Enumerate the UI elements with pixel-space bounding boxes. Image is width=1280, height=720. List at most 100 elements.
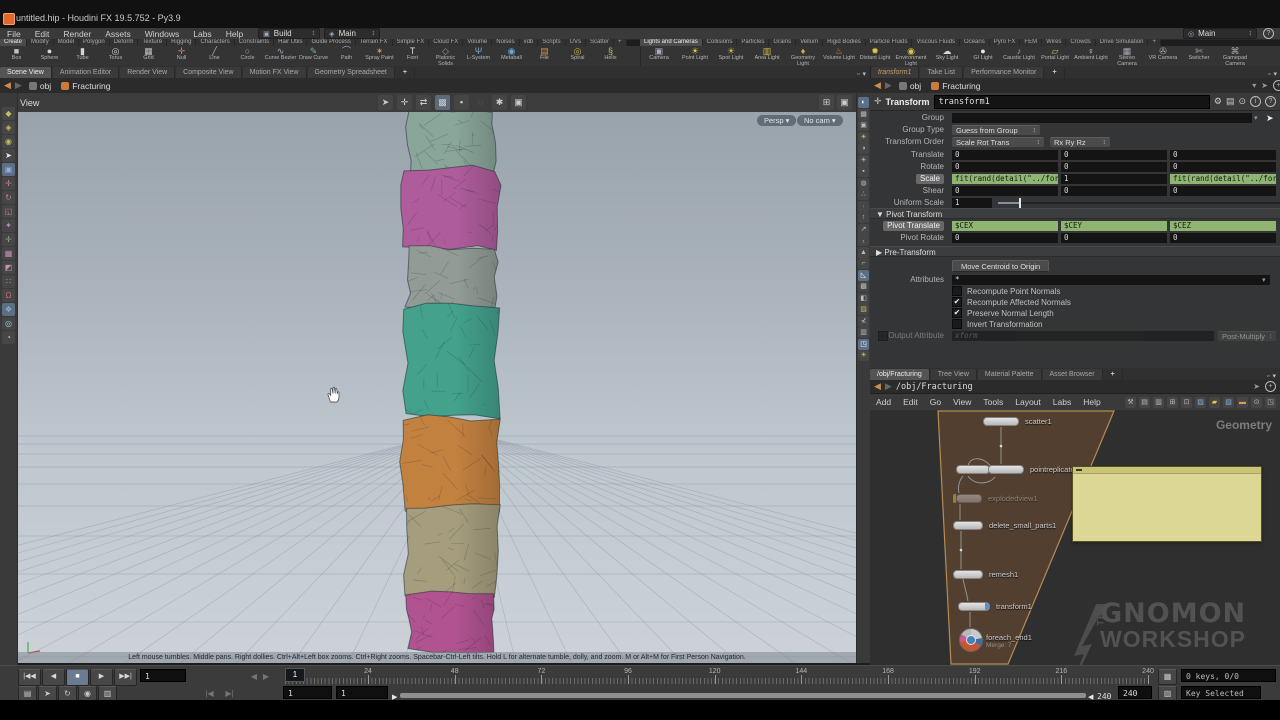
camera-view-icon[interactable]: ▥: [858, 327, 869, 338]
select-dynamics-icon[interactable]: ⇄: [416, 95, 431, 110]
tool-l-system[interactable]: ΨL-System: [462, 46, 495, 66]
global-range-end-field[interactable]: 240: [1118, 686, 1152, 699]
translate-field-z[interactable]: 0: [1170, 150, 1276, 160]
group-type-dropdown[interactable]: Guess from Group↕: [952, 125, 1040, 135]
find-icon[interactable]: ⊙: [1251, 397, 1262, 408]
current-frame-field[interactable]: 1: [140, 669, 186, 682]
forward-icon[interactable]: ▶: [15, 80, 22, 91]
animation-editor-icon[interactable]: ▦: [1158, 669, 1177, 685]
tab-asset-browser[interactable]: Asset Browser: [1043, 369, 1103, 380]
show-dynamics-icon[interactable]: ◉: [2, 135, 15, 148]
invert-transformation-checkbox[interactable]: [952, 319, 962, 329]
recompute-point-normals-checkbox[interactable]: [952, 286, 962, 296]
tool-spiral[interactable]: ◎Spiral: [561, 46, 594, 66]
tool-grid[interactable]: ▦Grid: [132, 46, 165, 66]
tool-draw-curve[interactable]: ✎Draw Curve: [297, 46, 330, 66]
scene-viewport[interactable]: Persp ▾ No cam ▾ Left mouse tumbles. Mid…: [18, 112, 856, 663]
shelf-tab-constraints[interactable]: Constraints: [235, 39, 274, 46]
breadcrumb-network[interactable]: Fracturing: [58, 81, 113, 91]
shelf-tab-texture[interactable]: Texture: [138, 39, 167, 46]
desktop-main-dropdown[interactable]: ◈ Main ↕: [324, 28, 380, 39]
tab-new[interactable]: +: [1045, 67, 1064, 78]
tool-gi-light[interactable]: ●GI Light: [965, 46, 1001, 66]
dropdown-icon[interactable]: ▾: [1252, 81, 1256, 90]
preserve-normal-length-checkbox[interactable]: ✔: [952, 308, 962, 318]
desktop-build-dropdown[interactable]: ▣ Build ↕: [258, 28, 320, 39]
global-range-start-field[interactable]: 1: [283, 686, 332, 699]
pivot-rotate-field-x[interactable]: 0: [952, 233, 1058, 243]
shear-field-x[interactable]: 0: [952, 186, 1058, 196]
pane-menu-icon[interactable]: ▫: [1268, 71, 1270, 78]
shading-mode-icon[interactable]: ◐: [858, 97, 869, 108]
shelf-tab-wires[interactable]: Wires: [1042, 39, 1066, 46]
profile-curves-icon[interactable]: ⌐: [858, 258, 869, 269]
remesh1-node[interactable]: [953, 570, 983, 579]
group-list-icon[interactable]: ◧: [858, 293, 869, 304]
shelf-tab-scatter[interactable]: Scatter: [586, 39, 614, 46]
delete_small_parts1-node[interactable]: [953, 521, 983, 530]
shelf-tab-drive-simulation[interactable]: Drive Simulation: [1096, 39, 1149, 46]
attributes-dropdown-icon[interactable]: ▾: [1262, 276, 1266, 284]
forward-icon[interactable]: ▶: [885, 381, 892, 392]
tab-performance-monitor[interactable]: Performance Monitor: [964, 67, 1044, 78]
snapping-options-icon[interactable]: ▩: [435, 95, 450, 110]
rotate-tool-icon[interactable]: ↻: [2, 191, 15, 204]
snap-grid-icon[interactable]: ▦: [2, 247, 15, 260]
shelf-tab-volume[interactable]: Volume: [463, 39, 492, 46]
tool-stereo-camera[interactable]: ▦Stereo Camera: [1109, 46, 1145, 66]
tab-composite-view[interactable]: Composite View: [176, 67, 241, 78]
tool-spot-light[interactable]: ☀Spot Light: [713, 46, 749, 66]
snap-prim-icon[interactable]: ◩: [2, 261, 15, 274]
display-options-icon[interactable]: ▤: [1139, 397, 1150, 408]
tool-sky-light[interactable]: ☁Sky Light: [929, 46, 965, 66]
sticky-note-header[interactable]: [1073, 467, 1261, 474]
scale-field-z[interactable]: fit(rand(detail("../foreach_be: [1170, 174, 1276, 184]
tab-geometry-spreadsheet[interactable]: Geometry Spreadsheet: [308, 67, 395, 78]
menu-help[interactable]: Help: [219, 29, 250, 39]
shear-field-y[interactable]: 0: [1061, 186, 1167, 196]
rotate-order-dropdown[interactable]: Rx Ry Rz↕: [1050, 137, 1110, 147]
shelf-tab-noises[interactable]: Noises: [492, 39, 519, 46]
tool-curve-bezier[interactable]: ∿Curve Bezier: [264, 46, 297, 66]
tab-material-palette[interactable]: Material Palette: [978, 369, 1042, 380]
tile-view-icon[interactable]: ▩: [858, 281, 869, 292]
show-components-icon[interactable]: ◈: [2, 121, 15, 134]
presets-icon[interactable]: ▤: [1226, 96, 1235, 107]
shelf-tab-lights-and-cameras[interactable]: Lights and Cameras: [640, 39, 703, 46]
tool-line[interactable]: ╱Line: [198, 46, 231, 66]
select-tool-icon[interactable]: ➤: [2, 149, 15, 162]
rotate-field-x[interactable]: 0: [952, 162, 1058, 172]
foreach_end1-node[interactable]: [959, 628, 983, 652]
uniform-scale-slider[interactable]: [998, 202, 1280, 204]
net-menu-layout[interactable]: Layout: [1009, 397, 1047, 407]
view-tool-icon[interactable]: ◎: [2, 317, 15, 330]
shelf-tab-viscous-fluids[interactable]: Viscous Fluids: [912, 39, 960, 46]
shelf-tab-grains[interactable]: Grains: [769, 39, 796, 46]
transform1-node[interactable]: [958, 602, 990, 611]
shadows-icon[interactable]: ▪: [858, 166, 869, 177]
explodedview1-node[interactable]: [956, 494, 982, 503]
tab-new-shelf-tab-[interactable]: +: [614, 39, 627, 46]
tool-switcher[interactable]: ✄Switcher: [1181, 46, 1217, 66]
orient-picking-icon[interactable]: ❖: [2, 303, 15, 316]
playback-start-field[interactable]: 1: [336, 686, 388, 699]
pivot-translate-field-x[interactable]: $CEX: [952, 221, 1058, 231]
net-menu-go[interactable]: Go: [924, 397, 947, 407]
organize-icon[interactable]: ⊡: [1181, 397, 1192, 408]
pointreplicate1-node[interactable]: [988, 465, 1024, 474]
select-geometry-icon[interactable]: ✛: [397, 95, 412, 110]
play-button[interactable]: ▶: [90, 669, 113, 686]
timeline-ruler[interactable]: 1 24487296120144168192216240: [285, 668, 1151, 685]
transform1-display-flag[interactable]: [985, 603, 989, 610]
menu-render[interactable]: Render: [56, 29, 98, 39]
shelf-tab-hair-utils[interactable]: Hair Utils: [274, 39, 307, 46]
disable-lighting-icon[interactable]: ◌: [473, 95, 488, 110]
shelf-tab-model[interactable]: Model: [54, 39, 79, 46]
jump-end-button[interactable]: ▶▶|: [114, 669, 137, 686]
headlight-icon[interactable]: ◑: [858, 143, 869, 154]
pivot-rotate-field-y[interactable]: 0: [1061, 233, 1167, 243]
tool-volume-light[interactable]: ♨Volume Light: [821, 46, 857, 66]
tab-render-view[interactable]: Render View: [120, 67, 175, 78]
explodedview1-template-flag[interactable]: [953, 494, 956, 503]
tab-new[interactable]: +: [396, 67, 415, 78]
